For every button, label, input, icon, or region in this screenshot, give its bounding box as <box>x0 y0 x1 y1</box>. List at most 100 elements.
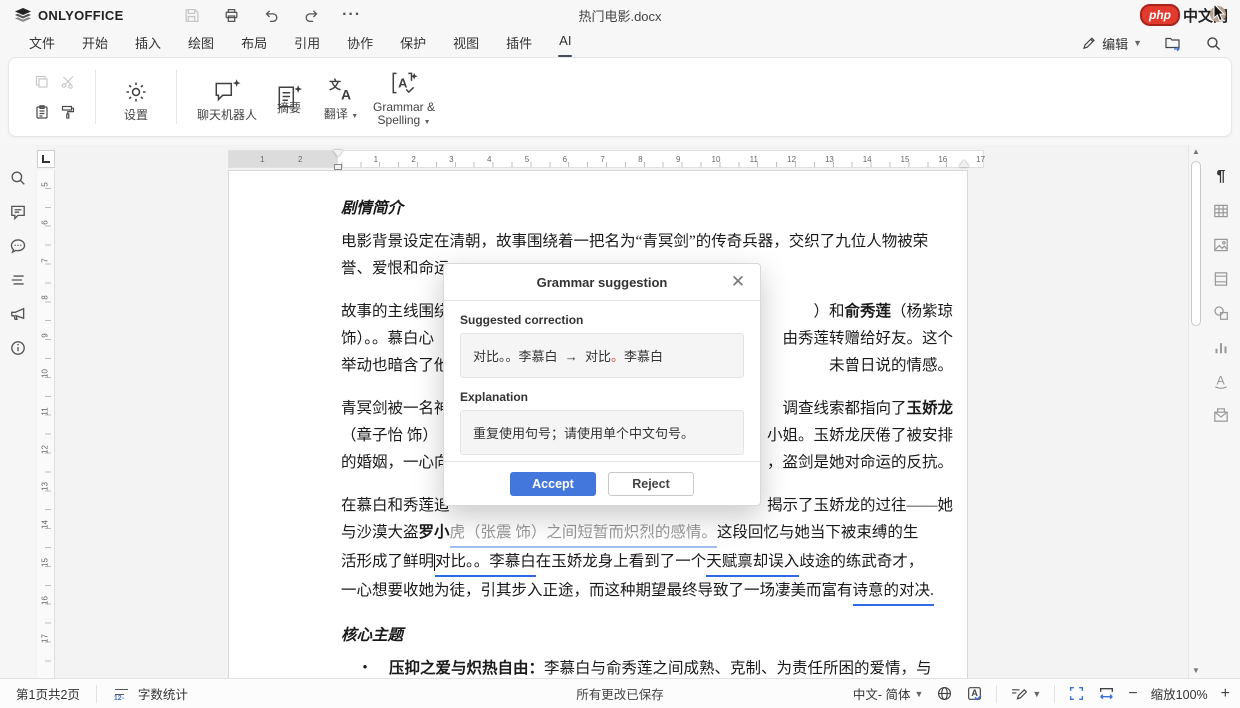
horizontal-ruler[interactable]: 211234567891011121314151617 <box>228 150 984 168</box>
table-settings-icon[interactable] <box>1211 201 1231 221</box>
header-footer-settings-icon[interactable] <box>1211 269 1231 289</box>
doc-text: 俞秀莲 <box>844 298 891 325</box>
tab-视图[interactable]: 视图 <box>452 30 480 57</box>
ruler-number: 14 <box>41 518 50 532</box>
comments-icon[interactable] <box>8 202 28 222</box>
tab-保护[interactable]: 保护 <box>399 30 427 57</box>
zoom-level[interactable]: 缩放100% <box>1151 684 1208 703</box>
scrollbar-thumb[interactable] <box>1191 161 1201 326</box>
chart-settings-icon[interactable] <box>1211 337 1231 357</box>
tab-布局[interactable]: 布局 <box>240 30 268 57</box>
copy-button[interactable] <box>34 74 50 90</box>
ruler-number: 16 <box>41 593 50 607</box>
doc-line[interactable]: 压抑之爱与炽热自由：李慕白与俞秀莲之间成熟、克制、为责任所困的爱情，与 <box>389 655 953 678</box>
zoom-out-button[interactable]: − <box>1128 685 1137 703</box>
doc-heading[interactable]: 剧情简介 <box>341 195 953 222</box>
tab-引用[interactable]: 引用 <box>293 30 321 57</box>
mouse-cursor-icon <box>1213 4 1227 22</box>
grammar-spelling-button[interactable]: A Grammar &Spelling ▼ <box>367 65 441 129</box>
ruler-number: 6 <box>41 215 50 229</box>
accept-button[interactable]: Accept <box>510 472 596 496</box>
grammar-spelling-icon: A <box>389 65 419 97</box>
word-count-button[interactable]: 12- 字数统计 <box>97 684 204 703</box>
tab-协作[interactable]: 协作 <box>346 30 374 57</box>
svg-text:A: A <box>972 688 979 698</box>
close-icon[interactable]: ✕ <box>728 272 748 292</box>
ruler-number: 13 <box>41 480 50 494</box>
paste-button[interactable] <box>34 104 50 120</box>
open-file-location-button[interactable] <box>1164 35 1183 52</box>
language-selector[interactable]: 中文- 简体▼ <box>853 684 924 703</box>
about-icon[interactable] <box>8 338 28 358</box>
ruler-number: 12 <box>786 155 798 164</box>
ruler-number: 15 <box>899 155 911 164</box>
scroll-down-icon[interactable]: ▼ <box>1189 664 1203 678</box>
paragraph-settings-icon[interactable]: ¶ <box>1211 167 1231 187</box>
word-count-icon: 12- <box>113 686 131 702</box>
reject-button[interactable]: Reject <box>608 472 694 496</box>
doc-line[interactable]: 与沙漠大盗罗小虎（张震 饰）之间短暂而炽烈的感情。这段回忆与她当下被束缚的生 <box>341 519 953 548</box>
doc-text: （杨紫琼 <box>891 298 953 325</box>
format-painter-button[interactable] <box>60 104 76 120</box>
tab-插入[interactable]: 插入 <box>134 30 162 57</box>
chat-icon[interactable] <box>8 236 28 256</box>
doc-text: 饰）。。慕白心 <box>341 325 434 352</box>
grammar-issue-text[interactable]: 诗意的对决. <box>853 577 934 606</box>
grammar-issue-text[interactable]: 天赋禀却误入 <box>706 548 799 577</box>
headings-icon[interactable] <box>8 270 28 290</box>
spellcheck-icon[interactable]: A <box>966 685 983 702</box>
cut-button[interactable] <box>60 74 76 90</box>
image-settings-icon[interactable] <box>1211 235 1231 255</box>
gear-icon <box>123 73 149 105</box>
zoom-in-button[interactable]: + <box>1221 685 1230 703</box>
corrected-punctuation: 。 <box>611 349 624 364</box>
summarize-button[interactable]: 摘要 <box>263 79 315 115</box>
redo-button[interactable] <box>302 5 322 25</box>
search-button[interactable] <box>1205 35 1222 52</box>
doc-text: ）和 <box>813 298 844 325</box>
grammar-issue-text[interactable]: 虎（张震 饰）之间短暂而炽烈的感情。 <box>450 519 717 548</box>
tab-AI[interactable]: AI <box>558 30 572 57</box>
save-button[interactable] <box>182 5 202 25</box>
vertical-ruler[interactable]: 567891011121314151617 <box>37 170 55 678</box>
tab-stop-selector[interactable] <box>37 150 55 168</box>
mail-merge-icon[interactable] <box>1211 405 1231 425</box>
translate-button[interactable]: 文 A 翻译 ▼ <box>315 72 367 123</box>
fit-page-button[interactable] <box>1068 685 1085 702</box>
doc-line[interactable]: 一心想要收她为徒，引其步入正途，而这种期望最终导致了一场凄美而富有诗意的对决. <box>341 577 953 606</box>
edit-mode-dropdown[interactable]: 编辑 ▼ <box>1081 34 1142 53</box>
doc-bullet-item: •压抑之爱与炽热自由：李慕白与俞秀莲之间成熟、克制、为责任所困的爱情，与玉娇龙和… <box>341 655 953 678</box>
document-language-icon[interactable] <box>936 685 953 702</box>
track-changes-button[interactable]: ▼ <box>1010 685 1041 702</box>
doc-heading[interactable]: 核心主题 <box>341 622 953 649</box>
fit-width-button[interactable] <box>1098 685 1115 702</box>
feedback-icon[interactable] <box>8 304 28 324</box>
tab-开始[interactable]: 开始 <box>81 30 109 57</box>
page-indicator[interactable]: 第1页共2页 <box>0 684 96 703</box>
tab-文件[interactable]: 文件 <box>28 30 56 57</box>
doc-text: 故事的主线围绕 <box>341 298 450 325</box>
ruler-number: 17 <box>41 631 50 645</box>
ruler-number: 13 <box>823 155 835 164</box>
vertical-scrollbar[interactable]: ▲ ▼ <box>1188 145 1202 678</box>
doc-text: （章子怡 饰） <box>341 422 438 449</box>
grammar-issue-text[interactable]: 对比。。李慕白 <box>435 548 536 577</box>
print-button[interactable] <box>222 5 242 25</box>
undo-button[interactable] <box>262 5 282 25</box>
right-indent-marker[interactable] <box>959 160 969 167</box>
first-line-indent-marker[interactable] <box>333 150 343 157</box>
chatbot-button[interactable]: 聊天机器人 <box>191 73 263 122</box>
scroll-up-icon[interactable]: ▲ <box>1189 145 1203 159</box>
doc-line[interactable]: 活形成了鲜明对比。。李慕白在玉娇龙身上看到了一个天赋禀却误入歧途的练武奇才， <box>341 548 953 577</box>
shape-settings-icon[interactable] <box>1211 303 1231 323</box>
text-art-settings-icon[interactable]: A <box>1211 371 1231 391</box>
tab-绘图[interactable]: 绘图 <box>187 30 215 57</box>
ruler-number: 6 <box>559 155 571 164</box>
ai-settings-button[interactable]: 设置 <box>110 73 162 122</box>
tab-插件[interactable]: 插件 <box>505 30 533 57</box>
more-actions-button[interactable]: ··· <box>342 5 362 25</box>
suggested-correction-value: 对比。。李慕白 → 对比。李慕白 <box>460 333 744 378</box>
chevron-down-icon: ▼ <box>1133 38 1142 48</box>
doc-line[interactable]: 电影背景设定在清朝，故事围绕着一把名为“青冥剑”的传奇兵器，交织了九位人物被荣 <box>341 228 953 255</box>
find-icon[interactable] <box>8 168 28 188</box>
